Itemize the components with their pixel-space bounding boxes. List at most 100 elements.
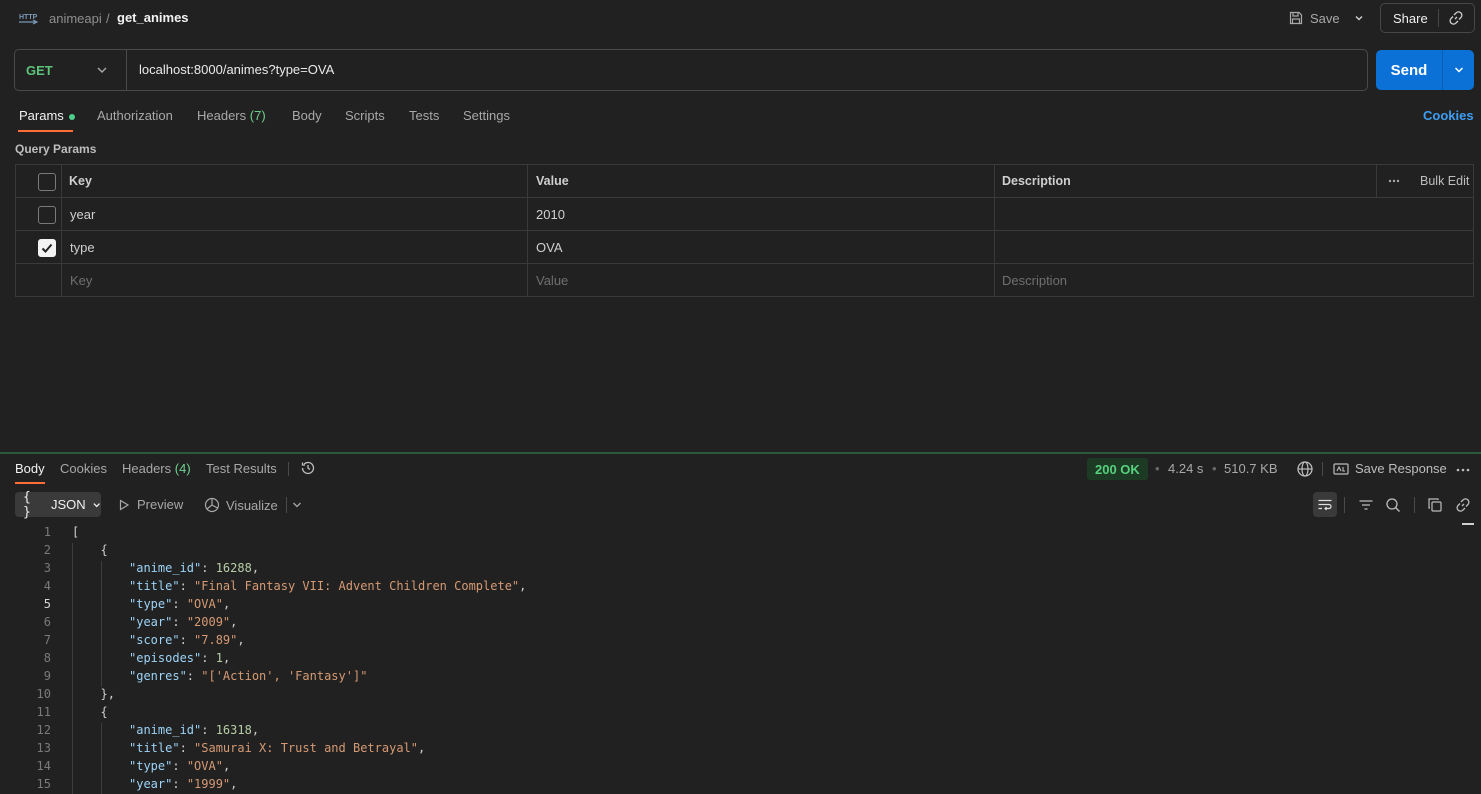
save-button[interactable]: Save xyxy=(1288,6,1342,30)
table-row: year 2010 xyxy=(16,198,1473,231)
param-checkbox-year[interactable] xyxy=(38,206,56,224)
share-button[interactable]: Share xyxy=(1380,3,1475,33)
line-number: 14 xyxy=(36,759,51,773)
chevron-down-icon[interactable] xyxy=(291,498,303,512)
response-body-editor[interactable]: 1[2{3 "anime_id": 16288, 4 "title": "Final … xyxy=(0,525,1460,794)
json-key: "type" xyxy=(129,597,173,611)
indent-guide xyxy=(100,561,102,687)
param-checkbox-type[interactable] xyxy=(38,239,56,257)
code-line: 6 "year": "2009", xyxy=(0,615,1460,633)
send-label: Send xyxy=(1390,61,1428,79)
format-select[interactable]: { } JSON xyxy=(15,490,101,520)
code-line: 4 "title": "Final Fantasy VII: Advent Chi… xyxy=(0,579,1460,597)
save-response-label: Save Response xyxy=(1355,461,1447,476)
headers-count: (7) xyxy=(249,108,266,123)
copy-button[interactable] xyxy=(1423,492,1447,517)
tab-tests[interactable]: Tests xyxy=(409,108,439,123)
response-tab-headers[interactable]: Headers (4) xyxy=(122,461,191,476)
response-tab-test-results[interactable]: Test Results xyxy=(206,461,277,476)
toolbar-divider xyxy=(1344,497,1345,513)
cookies-link[interactable]: Cookies xyxy=(1423,108,1474,123)
send-button[interactable]: Send xyxy=(1376,50,1474,90)
copy-link-button[interactable] xyxy=(1439,10,1474,26)
new-param-description[interactable]: Description xyxy=(1002,273,1067,288)
tab-authorization[interactable]: Authorization xyxy=(97,108,173,123)
search-icon xyxy=(1386,497,1400,512)
response-headers-count: (4) xyxy=(174,461,191,476)
filter-button[interactable] xyxy=(1354,492,1378,517)
url-divider xyxy=(126,50,127,90)
tab-body[interactable]: Body xyxy=(292,108,322,123)
line-number: 10 xyxy=(36,687,51,701)
wrap-lines-button[interactable] xyxy=(1313,492,1337,517)
breadcrumb-request-name[interactable]: get_animes xyxy=(117,10,189,25)
more-horizontal-icon xyxy=(1388,179,1400,183)
preview-label: Preview xyxy=(137,497,184,512)
globe-icon[interactable] xyxy=(1296,460,1314,478)
code-text: }, xyxy=(100,687,115,701)
url-input[interactable]: localhost:8000/animes?type=OVA xyxy=(139,62,334,77)
tab-label: Headers xyxy=(197,108,247,123)
line-number: 4 xyxy=(43,579,51,593)
link-icon xyxy=(1456,497,1470,512)
visualize-button[interactable]: Visualize xyxy=(204,497,278,513)
breadcrumb-separator: / xyxy=(106,11,110,26)
json-key: "genres" xyxy=(129,669,187,683)
column-header-description: Description xyxy=(1002,174,1071,188)
json-key: "year" xyxy=(129,777,173,791)
active-tab-indicator xyxy=(18,130,73,132)
save-response-button[interactable]: Save Response xyxy=(1333,461,1447,476)
column-divider xyxy=(1376,165,1377,198)
line-number: 11 xyxy=(36,705,51,719)
json-number: 16288 xyxy=(215,561,252,575)
pane-splitter[interactable] xyxy=(0,452,1481,454)
http-method-select[interactable]: GET xyxy=(26,63,53,78)
play-icon xyxy=(119,498,130,511)
param-key[interactable]: type xyxy=(70,240,95,255)
new-param-value[interactable]: Value xyxy=(536,273,568,288)
code-text: "anime_id": 16318, xyxy=(129,723,260,737)
table-row: type OVA xyxy=(16,231,1473,264)
toolbar-divider xyxy=(1414,497,1415,513)
scrollbar-thumb[interactable] xyxy=(1462,523,1474,525)
line-number: 15 xyxy=(36,777,51,791)
response-time[interactable]: 4.24 s xyxy=(1168,461,1203,476)
separator-dot: • xyxy=(1212,461,1217,476)
more-options-icon[interactable] xyxy=(1455,462,1471,478)
breadcrumb-collection[interactable]: animeapi xyxy=(49,11,102,26)
status-badge[interactable]: 200 OK xyxy=(1087,458,1148,480)
tab-params[interactable]: Params xyxy=(19,108,75,123)
format-label: JSON xyxy=(50,497,86,512)
preview-button[interactable]: Preview xyxy=(118,497,183,512)
tab-headers[interactable]: Headers (7) xyxy=(197,108,266,123)
separator-dot: • xyxy=(1155,461,1160,476)
new-param-key[interactable]: Key xyxy=(70,273,92,288)
code-line: 5 "type": "OVA", xyxy=(0,597,1460,615)
code-text: "type": "OVA", xyxy=(129,597,231,611)
code-line: 1[ xyxy=(0,525,1460,543)
tab-scripts[interactable]: Scripts xyxy=(345,108,385,123)
visualize-icon xyxy=(204,497,220,513)
json-key: "title" xyxy=(129,579,180,593)
param-value[interactable]: 2010 xyxy=(536,207,565,222)
response-tab-body[interactable]: Body xyxy=(15,461,45,476)
param-value[interactable]: OVA xyxy=(536,240,563,255)
select-all-checkbox[interactable] xyxy=(38,173,56,191)
filter-icon xyxy=(1359,499,1373,510)
code-line: 9 "genres": "['Action', 'Fantasy']" xyxy=(0,669,1460,687)
response-tab-cookies[interactable]: Cookies xyxy=(60,461,107,476)
search-button[interactable] xyxy=(1381,492,1405,517)
param-key[interactable]: year xyxy=(70,207,95,222)
code-line: 15 "year": "1999", xyxy=(0,777,1460,794)
tab-label: Params xyxy=(19,108,64,123)
history-icon[interactable] xyxy=(300,460,316,476)
json-number: 16318 xyxy=(215,723,252,737)
line-number: 9 xyxy=(43,669,51,683)
response-size[interactable]: 510.7 KB xyxy=(1224,461,1278,476)
save-options-button[interactable] xyxy=(1350,6,1368,30)
copy-link-button[interactable] xyxy=(1451,492,1475,517)
line-number: 3 xyxy=(43,561,51,575)
bulk-edit-button[interactable]: Bulk Edit xyxy=(1388,174,1469,188)
tab-settings[interactable]: Settings xyxy=(463,108,510,123)
send-options-button[interactable] xyxy=(1443,64,1474,76)
